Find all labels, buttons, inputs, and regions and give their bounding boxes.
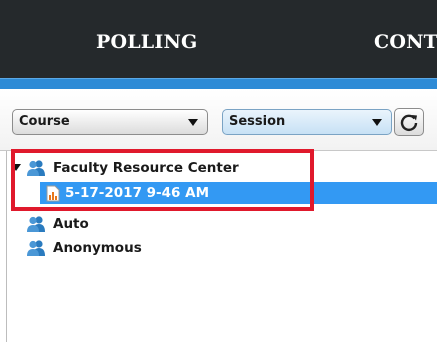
course-select-value: Course [19,114,70,129]
highlight-annotation-box [11,149,314,211]
accent-strip [0,78,437,89]
session-select[interactable]: Session [222,109,392,135]
chevron-down-icon [372,119,382,126]
toolbar: Course Session [0,89,437,151]
people-icon [27,240,45,256]
tree-item-label: Auto [53,216,89,232]
people-icon [27,216,45,232]
tree-item-auto[interactable]: Auto [0,213,437,235]
top-navigation-bar: POLLING CONT [0,0,437,78]
tab-content[interactable]: CONT [374,0,437,78]
course-select[interactable]: Course [12,109,208,135]
tab-polling[interactable]: POLLING [96,0,197,78]
tree-item-anonymous[interactable]: Anonymous [0,237,437,259]
chevron-down-icon [188,119,198,126]
session-select-value: Session [229,114,286,129]
refresh-icon [400,114,418,132]
refresh-button[interactable] [394,108,424,136]
tree-item-label: Anonymous [53,240,142,256]
